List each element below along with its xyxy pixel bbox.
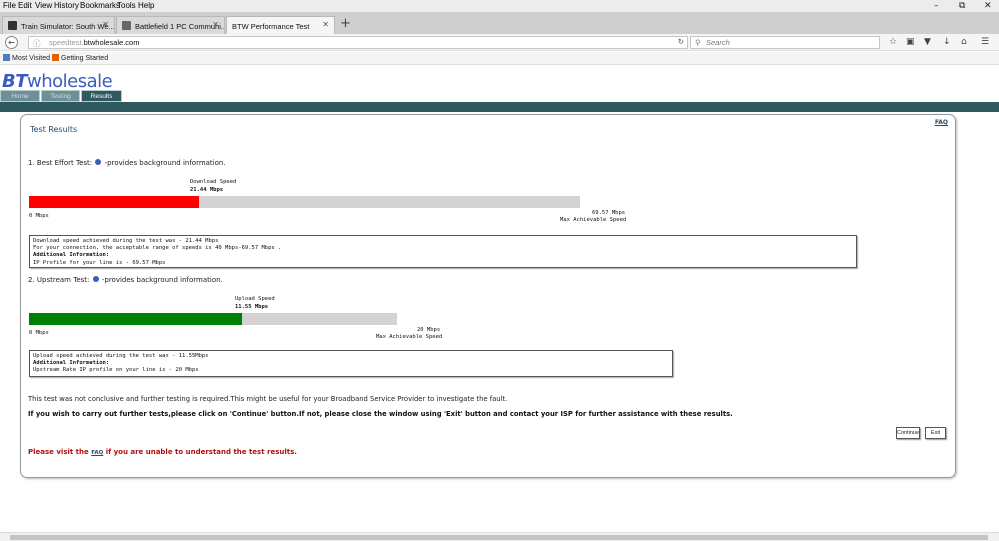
download-min-label: 0 Mbps [29,213,49,219]
download-speed-fill [29,196,199,208]
bookmark-icon [3,54,10,61]
page-title: Test Results [30,125,78,134]
scrollbar-thumb[interactable] [10,535,988,540]
pocket-icon[interactable]: ▼ [924,37,931,47]
further-tests-message: If you wish to carry out further tests,p… [28,410,733,418]
heading-text: 1. Best Effort Test: [28,159,93,167]
menu-view[interactable]: View [35,1,52,10]
bookmark-star-icon[interactable]: ☆ [889,37,897,47]
new-tab-icon[interactable]: + [340,16,351,31]
tab-btw-performance[interactable]: BTW Performance Test ✕ [226,16,335,34]
menu-tools[interactable]: Tools [117,1,136,10]
tab-title: Train Simulator: South We... [21,22,115,31]
heading-note: -provides background information. [104,159,226,167]
tab-strip: Train Simulator: South We... ✕ Battlefie… [0,12,999,34]
download-max-label: Max Achievable Speed [560,217,627,223]
navigation-bar: ← ⓘ speedtest.btwholesale.com ↻ ⚲ Search… [0,34,999,51]
favicon-icon [8,21,17,30]
reload-icon[interactable]: ↻ [678,37,684,46]
menu-bar: File Edit View History Bookmarks Tools H… [0,0,999,12]
bt-wholesale-logo: BTwholesale [2,71,113,92]
bookmark-most-visited[interactable]: Most Visited [3,54,50,62]
url-host: btwholesale.com [83,38,140,47]
maximize-icon[interactable]: ⧉ [959,1,965,11]
info-line: Download speed achieved during the test … [33,238,219,244]
info-line: Upstream Rate IP profile on your line is… [33,367,199,374]
exit-button[interactable]: Exit [925,427,946,439]
firefox-icon [52,54,59,61]
download-info-box: Download speed achieved during the test … [29,235,857,268]
search-placeholder: Search [706,38,730,47]
tab-battlefield[interactable]: Battlefield 1 PC Communi... ✕ [116,16,225,34]
results-panel: FAQ Test Results 1. Best Effort Test: -p… [20,114,956,478]
bookmarks-bar: Most Visited Getting Started [0,52,999,65]
logo-bt: BT [2,71,28,92]
search-icon: ⚲ [695,38,701,47]
upload-max-label: Max Achievable Speed [376,334,443,340]
faq-inline-link[interactable]: FAQ [91,450,103,456]
download-speed-bar [29,196,580,208]
bookmark-label: Most Visited [12,55,50,62]
info-line: Additional Information: [33,360,110,367]
minimize-icon[interactable]: – [934,1,939,11]
visit-text-post: if you are unable to understand the test… [105,448,297,456]
upload-speed-label: Upload Speed [235,296,275,302]
site-tab-results[interactable]: Results [81,90,122,102]
menu-history[interactable]: History [54,1,79,10]
menu-edit[interactable]: Edit [18,1,32,10]
info-circle-icon[interactable]: ⓘ [33,38,41,49]
info-line: Upload speed achieved during the test wa… [33,353,209,359]
home-icon[interactable]: ⌂ [961,37,967,47]
back-icon[interactable]: ← [5,36,18,49]
upload-min-label: 0 Mbps [29,330,49,336]
info-icon[interactable] [92,276,99,282]
best-effort-heading: 1. Best Effort Test: -provides backgroun… [28,159,226,167]
bookmark-label: Getting Started [61,55,109,62]
tab-title: BTW Performance Test [232,22,310,31]
bookmark-getting-started[interactable]: Getting Started [52,54,108,62]
close-window-icon[interactable]: ✕ [984,1,992,11]
upload-speed-bar [29,313,397,325]
menu-hamburger-icon[interactable]: ☰ [981,37,989,47]
info-line: For your connection, the acceptable rang… [33,245,282,252]
upload-speed-fill [29,313,242,325]
close-tab-icon[interactable]: ✕ [102,20,109,29]
download-icon[interactable]: ↓ [943,37,951,47]
download-max-value: 69.57 Mbps [592,210,626,216]
site-tab-home[interactable]: Home [0,90,40,102]
close-tab-icon[interactable]: ✕ [212,20,219,29]
tab-train-simulator[interactable]: Train Simulator: South We... ✕ [2,16,115,34]
menu-file[interactable]: File [3,1,16,10]
faq-visit-message: Please visit the FAQ if you are unable t… [28,448,297,456]
info-line: IP Profile for your line is - 69.57 Mbps [33,259,166,266]
inconclusive-message: This test was not conclusive and further… [28,395,508,403]
horizontal-scrollbar[interactable] [0,532,999,541]
continue-button[interactable]: Continue [896,427,920,439]
close-tab-icon[interactable]: ✕ [322,20,329,29]
download-speed-value: 21.44 Mbps [190,187,224,193]
info-line: Additional Information: [33,252,110,259]
heading-note: -provides background information. [101,276,223,284]
reading-list-icon[interactable]: ▣ [906,37,915,47]
upstream-heading: 2. Upstream Test: -provides background i… [28,276,223,284]
url-prefix: speedtest. [49,38,84,47]
menu-bookmarks[interactable]: Bookmarks [80,1,120,10]
url-bar[interactable]: ⓘ speedtest.btwholesale.com ↻ [28,36,688,49]
logo-wholesale: wholesale [27,71,113,92]
favicon-icon [122,21,131,30]
visit-text: Please visit the [28,448,89,456]
menu-help[interactable]: Help [138,1,154,10]
header-divider [0,102,999,112]
download-speed-label: Download Speed [190,179,237,185]
info-icon[interactable] [95,159,102,165]
site-tab-testing[interactable]: Testing [41,90,80,102]
upload-info-box: Upload speed achieved during the test wa… [29,350,673,377]
upload-max-value: 20 Mbps [417,327,441,333]
heading-text: 2. Upstream Test: [28,276,90,284]
faq-link[interactable]: FAQ [935,119,948,126]
search-input[interactable]: ⚲ Search [690,36,880,49]
upload-speed-value: 11.55 Mbps [235,304,269,310]
